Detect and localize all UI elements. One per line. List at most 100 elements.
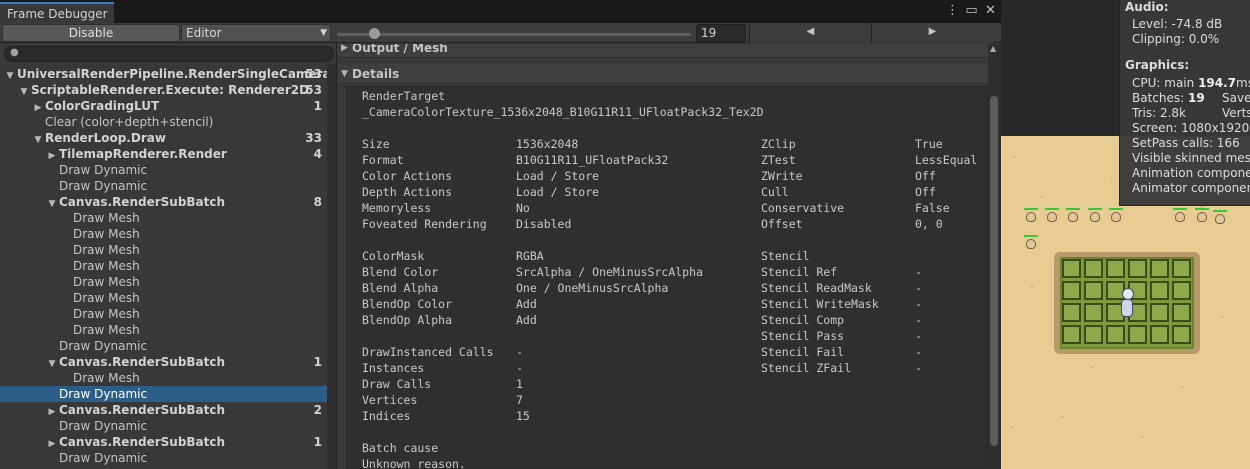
graphics-header: Graphics: [1125, 58, 1190, 72]
tree-row[interactable]: Draw Mesh [0, 274, 327, 290]
property-value: Load / Store [516, 185, 600, 199]
tree-row-label: Canvas.RenderSubBatch [59, 403, 226, 417]
property-label: ZTest [761, 153, 796, 167]
tree-row-label: Draw Mesh [73, 323, 140, 337]
frame-slider-track[interactable] [337, 33, 691, 36]
property-value: - [915, 329, 922, 343]
tree-row[interactable]: ▼ UniversalRenderPipeline.RenderSingleCam… [0, 66, 336, 82]
sand-speck [1091, 366, 1093, 368]
target-dropdown[interactable]: Editor ▼ [181, 24, 331, 42]
tree-row[interactable]: Draw Dynamic [0, 386, 327, 402]
tree-row[interactable]: Draw Mesh [0, 290, 327, 306]
tree-row[interactable]: ▶ Canvas.RenderSubBatch 1 [0, 434, 327, 450]
expanded-triangle-icon: ▼ [341, 69, 348, 79]
property-value: Add [516, 297, 537, 311]
property-value: SrcAlpha / OneMinusSrcAlpha [516, 265, 703, 279]
tree-row-count: 1 [313, 99, 322, 113]
details-scrollbar[interactable]: ▲ [988, 44, 1001, 469]
property-label: Blend Color [362, 265, 439, 279]
tree-scrollbar[interactable] [327, 64, 336, 469]
property-label: Stencil ReadMask [761, 281, 872, 295]
enemy-sprite [1024, 208, 1038, 223]
property-label: Stencil Fail [761, 345, 845, 359]
sand-speck [1181, 386, 1183, 388]
search-input[interactable]: ● [4, 46, 334, 62]
property-label: Vertices [362, 393, 418, 407]
property-label: Conservative [761, 201, 845, 215]
game-view[interactable]: Audio: Level: -74.8 dB Clipping: 0.0% Gr… [1001, 0, 1250, 469]
tree-row[interactable]: Draw Mesh [0, 258, 327, 274]
tree-row[interactable]: ▼ Canvas.RenderSubBatch 8 [0, 194, 327, 210]
tree-row[interactable]: Draw Dynamic [0, 450, 327, 466]
tree-row[interactable]: ▶ Canvas.RenderSubBatch 2 [0, 402, 327, 418]
close-icon[interactable]: ✕ [984, 3, 997, 19]
tree-row[interactable]: Draw Mesh [0, 322, 327, 338]
frame-number-field[interactable]: 19 [696, 24, 746, 42]
disable-button[interactable]: Disable [2, 24, 180, 42]
grid-tile [1084, 303, 1103, 322]
window-controls: ⋮ ▭ ✕ [946, 3, 997, 19]
tree-row[interactable]: ▼ Canvas.RenderSubBatch 1 [0, 354, 327, 370]
output-mesh-label: Output / Mesh [352, 44, 448, 55]
audio-header: Audio: [1125, 0, 1169, 14]
grid-tile [1150, 281, 1169, 300]
property-label: ZClip [761, 137, 796, 151]
tab-frame-debugger[interactable]: Frame Debugger [0, 2, 114, 23]
grid-tile [1172, 259, 1191, 278]
tree-row-count: 33 [305, 131, 322, 145]
tree-row[interactable]: ▶ TilemapRenderer.Render 4 [0, 146, 327, 162]
collapsed-triangle-icon: ▶ [341, 44, 348, 53]
grid-tile [1128, 325, 1147, 344]
stats-overlay: Audio: Level: -74.8 dB Clipping: 0.0% Gr… [1119, 0, 1250, 206]
frame-slider-thumb[interactable] [369, 28, 380, 39]
tree-row-label: Draw Mesh [73, 211, 140, 225]
tree-row[interactable]: Draw Mesh [0, 370, 327, 386]
grid-tile [1150, 303, 1169, 322]
frame-debugger-window: Frame Debugger ⋮ ▭ ✕ Disable Editor ▼ 19… [0, 0, 1001, 469]
property-value: - [516, 361, 523, 375]
enemy-sprite [1195, 208, 1209, 223]
tree-row[interactable]: Draw Mesh [0, 306, 327, 322]
grid-tile [1172, 281, 1191, 300]
property-label: DrawInstanced Calls [362, 345, 494, 359]
grid-tile [1106, 259, 1125, 278]
property-label: Cull [761, 185, 789, 199]
sand-speck [1071, 151, 1073, 153]
tree-row[interactable]: Draw Dynamic [0, 162, 327, 178]
tree-row-label: UniversalRenderPipeline.RenderSingleCame… [17, 67, 337, 81]
cpu-stat: CPU: main 194.7ms r [1132, 76, 1250, 90]
tree-row[interactable]: ▼ ScriptableRenderer.Execute: Renderer2D 5… [0, 82, 327, 98]
tree-row[interactable]: Draw Mesh [0, 210, 327, 226]
grid-tile [1062, 325, 1081, 344]
scroll-up-icon[interactable]: ▲ [990, 44, 996, 53]
screen-stat: Screen: 1080x1920 - [1132, 121, 1250, 135]
maximize-icon[interactable]: ▭ [965, 3, 978, 19]
property-label: Color Actions [362, 169, 453, 183]
details-panel: ▶ Output / Mesh ▼ Details RenderTarget _… [338, 44, 1001, 469]
tree-row[interactable]: Draw Dynamic [0, 178, 327, 194]
property-label: Stencil Pass [761, 329, 845, 343]
tree-row[interactable]: Clear (color+depth+stencil) [0, 114, 327, 130]
tree-row[interactable]: Draw Mesh [0, 226, 327, 242]
tree-row-label: Draw Mesh [73, 227, 140, 241]
tree-row[interactable]: Draw Mesh [0, 242, 327, 258]
property-value: LessEqual [915, 153, 978, 167]
property-value: - [915, 297, 922, 311]
tree-row[interactable]: ▶ ColorGradingLUT 1 [0, 98, 327, 114]
tree-row[interactable]: Draw Dynamic [0, 338, 327, 354]
property-value: False [915, 201, 950, 215]
output-mesh-header[interactable]: ▶ Output / Mesh [338, 44, 988, 58]
more-vert-icon[interactable]: ⋮ [946, 3, 959, 19]
property-value: Off [915, 169, 936, 183]
property-label: Draw Calls [362, 377, 432, 391]
tree-row[interactable]: ▼ RenderLoop.Draw 33 [0, 130, 327, 146]
tree-row[interactable]: Draw Dynamic [0, 418, 327, 434]
next-frame-button[interactable]: ▶ [871, 23, 993, 43]
details-header[interactable]: ▼ Details [338, 64, 988, 84]
property-label: Indices [362, 409, 411, 423]
previous-frame-button[interactable]: ◀ [749, 23, 871, 43]
event-hierarchy-panel: ● ▼ UniversalRenderPipeline.RenderSingleC… [0, 44, 337, 469]
search-icon: ● [10, 47, 19, 58]
property-label: Stencil Comp [761, 313, 845, 327]
scrollbar-thumb[interactable] [990, 96, 998, 446]
